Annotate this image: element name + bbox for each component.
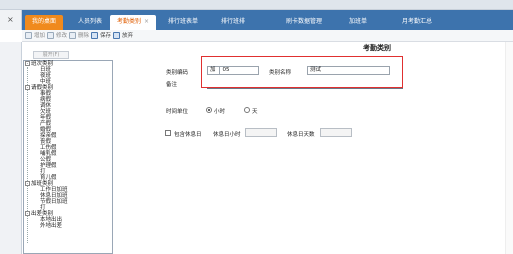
edit-icon <box>47 32 54 39</box>
add-button[interactable]: 增加 <box>25 30 45 42</box>
left-sidebar <box>0 42 22 254</box>
tab-close-icon[interactable]: × <box>144 18 149 25</box>
save-button[interactable]: 保存 <box>91 30 111 42</box>
tree-item[interactable]: 外地出差 <box>40 223 62 230</box>
delete-button[interactable]: 删除 <box>69 30 89 42</box>
hour-radio[interactable] <box>206 107 212 113</box>
time-unit-label: 时间单位 <box>166 109 189 115</box>
rest-days-field[interactable] <box>320 128 352 137</box>
tab-shift-form[interactable]: 排行班表单 <box>160 15 206 30</box>
rest-days-label: 休息日天数 <box>287 132 315 138</box>
day-radio[interactable] <box>244 107 250 113</box>
scrollbar[interactable] <box>505 42 513 254</box>
tab-overtime[interactable]: 加班单 <box>338 15 378 30</box>
edit-button[interactable]: 修改 <box>47 30 67 42</box>
save-icon <box>91 32 98 39</box>
toolbar: 增加 修改 删除 保存 放弃 <box>22 30 513 42</box>
category-tree[interactable]: - 班次类别 日班 夜班 中班 - 请假类别 事假 病假 调休 欠班 年假 产假 婚… <box>23 60 113 254</box>
expand-tree-button[interactable]: 展开(F) <box>33 51 69 59</box>
day-radio-label: 天 <box>252 109 258 115</box>
name-label: 类别名称 <box>269 70 292 76</box>
delete-icon <box>69 32 76 39</box>
close-icon[interactable]: × <box>7 15 14 24</box>
add-icon <box>25 32 32 39</box>
include-rest-label: 包含休息日 <box>174 132 202 138</box>
hour-radio-label: 小时 <box>214 109 226 115</box>
rest-hours-field[interactable] <box>245 128 277 137</box>
remark-field[interactable] <box>207 88 403 89</box>
tab-staff-list[interactable]: 人员列表 <box>70 15 110 30</box>
tab-attendance-category[interactable]: 考勤类别 × <box>110 15 156 30</box>
remark-label: 备注 <box>166 82 178 88</box>
tab-shift-schedule[interactable]: 排行班排 <box>210 15 256 30</box>
left-edge-panel: × <box>0 10 22 30</box>
tab-desktop[interactable]: 我的桌面 <box>25 15 63 30</box>
tab-swipe-data[interactable]: 刷卡数据管理 <box>274 15 334 30</box>
code-field[interactable]: 加 05 <box>207 66 259 75</box>
page-title: 考勤类别 <box>363 44 391 52</box>
code-label: 类别编码 <box>166 70 189 76</box>
include-rest-checkbox[interactable] <box>165 130 171 136</box>
window-topbar <box>0 0 513 10</box>
tab-monthly-summary[interactable]: 月考勤汇总 <box>392 15 442 30</box>
discard-icon <box>113 32 120 39</box>
tab-bar: 我的桌面 人员列表 考勤类别 × 排行班表单 排行班排 刷卡数据管理 加班单 月考… <box>22 10 513 30</box>
rest-hours-label: 休息日小时 <box>213 132 241 138</box>
discard-button[interactable]: 放弃 <box>113 30 133 42</box>
name-field[interactable]: 测试 <box>307 66 390 75</box>
